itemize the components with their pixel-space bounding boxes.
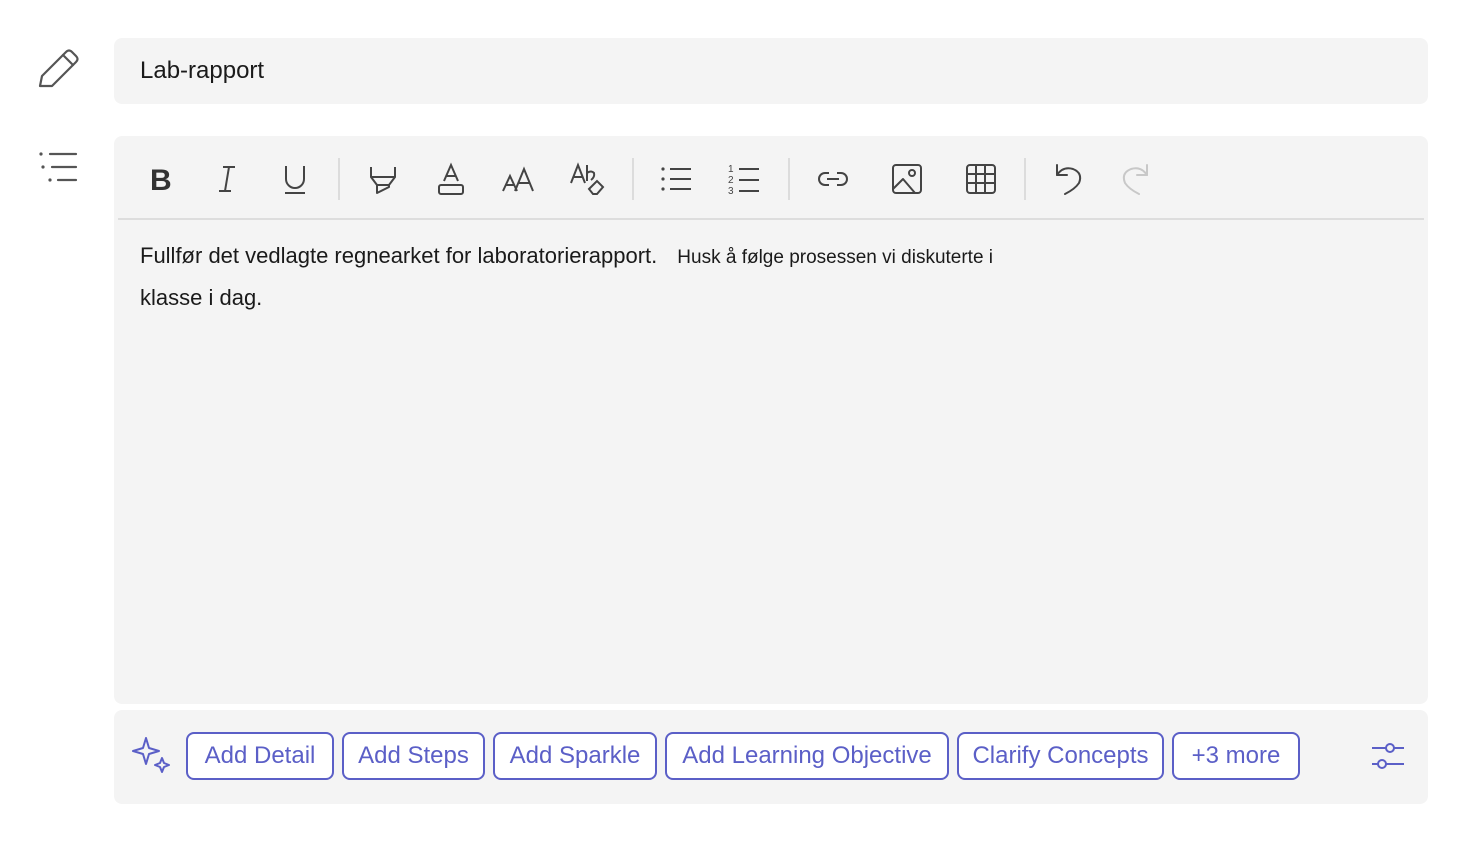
italic-icon	[219, 166, 235, 192]
font-color-button[interactable]	[428, 156, 474, 202]
numbered-list-icon: 123	[728, 164, 759, 197]
editor-line-1: Fullfør det vedlagte regnearket for labo…	[140, 236, 1040, 278]
italic-button[interactable]	[204, 156, 250, 202]
title-input[interactable]: Lab-rapport	[114, 38, 1428, 104]
editor-text-line2: klasse i dag.	[140, 285, 263, 310]
bullet-list-icon	[661, 167, 691, 191]
table-icon	[966, 164, 996, 194]
svg-text:1: 1	[728, 164, 734, 175]
sparkle-icon	[132, 737, 170, 773]
bullet-list-button[interactable]	[654, 156, 700, 202]
numbered-list-button[interactable]: 123	[722, 156, 768, 202]
editor-text-line1-small: Husk å følge prosessen vi diskuterte i	[677, 247, 994, 268]
image-icon	[892, 164, 922, 194]
clarify-concepts-button[interactable]: Clarify Concepts	[957, 732, 1164, 780]
redo-button[interactable]	[1112, 156, 1158, 202]
title-value: Lab-rapport	[140, 57, 265, 84]
link-button[interactable]	[810, 156, 856, 202]
bold-icon: B	[150, 164, 172, 197]
add-sparkle-button[interactable]: Add Sparkle	[493, 732, 657, 780]
clear-formatting-icon	[570, 162, 605, 195]
svg-text:3: 3	[728, 186, 734, 197]
font-color-icon	[438, 162, 464, 195]
add-detail-button[interactable]: Add Detail	[186, 732, 334, 780]
more-suggestions-button[interactable]: +3 more	[1172, 732, 1300, 780]
underline-icon	[285, 166, 305, 194]
clear-formatting-button[interactable]	[564, 156, 610, 202]
undo-button[interactable]	[1046, 156, 1092, 202]
add-learning-objective-button[interactable]: Add Learning Objective	[665, 732, 949, 780]
pencil-icon	[36, 48, 82, 88]
font-size-icon	[502, 166, 534, 192]
underline-button[interactable]	[272, 156, 318, 202]
table-button[interactable]	[958, 156, 1004, 202]
list-icon	[36, 148, 82, 188]
formatting-toolbar: B 123	[118, 136, 1424, 220]
editor-text-line1: Fullfør det vedlagte regnearket for labo…	[140, 243, 658, 268]
link-icon	[818, 172, 848, 186]
redo-icon	[1122, 164, 1148, 195]
undo-icon	[1056, 164, 1082, 195]
suggestions-bar: Add Detail Add Steps Add Sparkle Add Lea…	[114, 710, 1428, 804]
highlighter-icon	[370, 167, 396, 194]
image-button[interactable]	[884, 156, 930, 202]
editor-content[interactable]: Fullfør det vedlagte regnearket for labo…	[140, 236, 1040, 318]
font-size-button[interactable]	[496, 156, 542, 202]
highlight-button[interactable]	[360, 156, 406, 202]
svg-text:B: B	[150, 164, 172, 197]
add-steps-button[interactable]: Add Steps	[342, 732, 485, 780]
description-editor[interactable]: B 123 Fullfør det vedlagte regnearket fo…	[114, 136, 1428, 704]
bold-button[interactable]: B	[136, 156, 182, 202]
svg-text:2: 2	[728, 175, 734, 186]
settings-sliders-icon[interactable]	[1368, 736, 1408, 776]
